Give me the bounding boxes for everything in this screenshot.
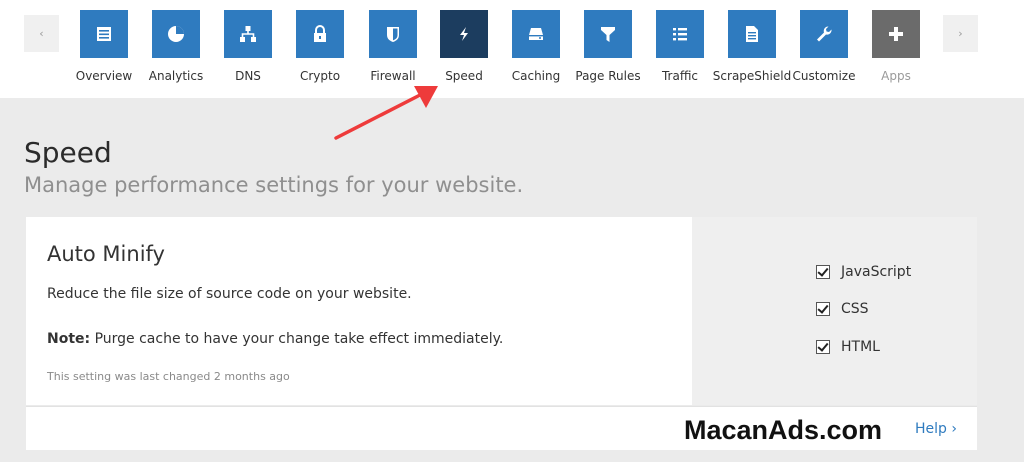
page-title: Speed — [24, 136, 112, 169]
drive-icon — [512, 10, 560, 58]
shield-icon — [369, 10, 417, 58]
overview-icon — [80, 10, 128, 58]
network-icon — [224, 10, 272, 58]
auto-minify-card: Auto Minify Reduce the file size of sour… — [26, 217, 977, 450]
nav-item-speed[interactable]: Speed — [428, 10, 500, 90]
nav-label: Apps — [881, 69, 911, 83]
option-javascript[interactable]: JavaScript — [816, 264, 911, 280]
nav-item-analytics[interactable]: Analytics — [140, 10, 212, 90]
nav-item-overview[interactable]: Overview — [68, 10, 140, 90]
page-subtitle: Manage performance settings for your web… — [24, 173, 524, 197]
option-css[interactable]: CSS — [816, 301, 869, 317]
option-label: JavaScript — [841, 264, 912, 280]
card-title: Auto Minify — [47, 242, 165, 266]
last-changed-text: This setting was last changed 2 months a… — [47, 370, 290, 383]
plus-icon — [872, 10, 920, 58]
nav-item-customize[interactable]: Customize — [788, 10, 860, 90]
help-link[interactable]: Help › — [915, 421, 957, 437]
annotation-arrow-icon — [334, 86, 438, 140]
javascript-checkbox[interactable] — [816, 265, 830, 279]
lock-icon — [296, 10, 344, 58]
nav-item-apps[interactable]: Apps — [860, 10, 932, 90]
note-text: Purge cache to have your change take eff… — [90, 331, 504, 347]
nav-item-traffic[interactable]: Traffic — [644, 10, 716, 90]
list-icon — [656, 10, 704, 58]
card-footer: MacanAds.com Help › — [26, 406, 977, 450]
card-body: Auto Minify Reduce the file size of sour… — [26, 217, 692, 405]
nav-next-button[interactable]: › — [943, 15, 978, 52]
top-navigation: ‹ Overview Analytics DNS Crypto Firewall — [0, 0, 1024, 98]
document-icon — [728, 10, 776, 58]
option-html[interactable]: HTML — [816, 339, 880, 355]
option-label: CSS — [841, 301, 869, 317]
nav-item-dns[interactable]: DNS — [212, 10, 284, 90]
nav-item-caching[interactable]: Caching — [500, 10, 572, 90]
card-note: Note: Purge cache to have your change ta… — [47, 331, 503, 347]
css-checkbox[interactable] — [816, 302, 830, 316]
nav-item-scrapeshield[interactable]: ScrapeShield — [713, 10, 791, 90]
watermark: MacanAds.com — [684, 415, 883, 445]
option-label: HTML — [841, 339, 880, 355]
nav-item-firewall[interactable]: Firewall — [357, 10, 429, 90]
html-checkbox[interactable] — [816, 340, 830, 354]
filter-icon — [584, 10, 632, 58]
minify-options: JavaScript CSS HTML — [692, 217, 977, 405]
nav-item-crypto[interactable]: Crypto — [284, 10, 356, 90]
nav-prev-button[interactable]: ‹ — [24, 15, 59, 52]
nav-item-page-rules[interactable]: Page Rules — [572, 10, 644, 90]
card-description: Reduce the file size of source code on y… — [47, 286, 412, 302]
wrench-icon — [800, 10, 848, 58]
lightning-icon — [440, 10, 488, 58]
note-label: Note: — [47, 331, 91, 347]
pie-chart-icon — [152, 10, 200, 58]
